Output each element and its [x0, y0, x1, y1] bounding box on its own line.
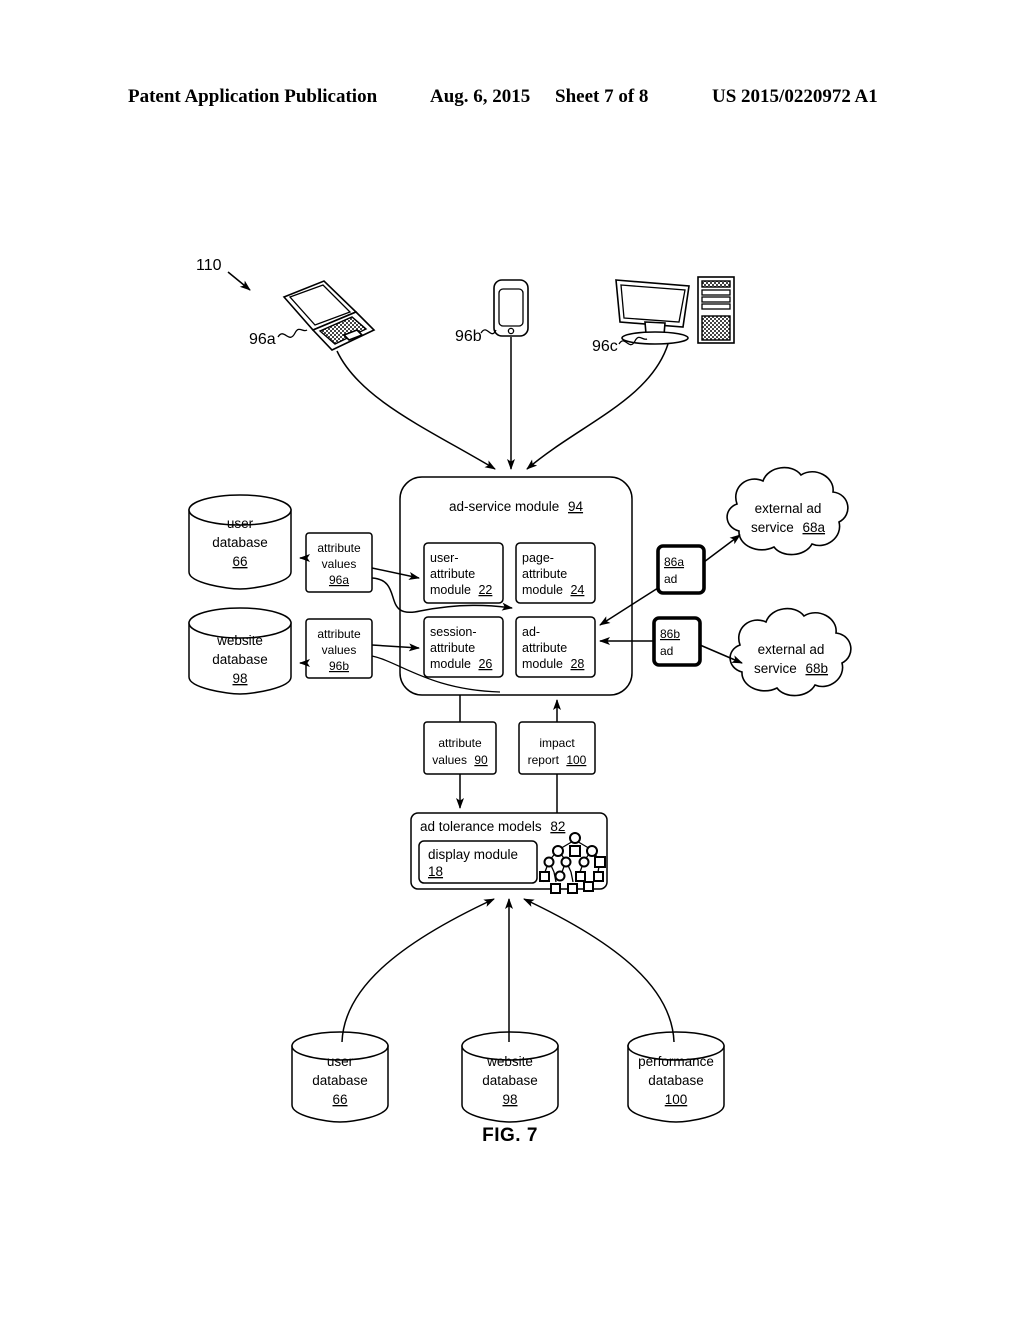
ad-service-module: ad-service module 94 user- attribute mod… — [399, 476, 633, 696]
user-db-bottom-line1: user — [327, 1054, 354, 1069]
user-database-66-bottom: user database 66 — [291, 1031, 389, 1123]
website-database-98-top: website database 98 — [188, 607, 292, 695]
device-smartphone-96b: 96b — [455, 279, 529, 345]
ad-86b-ref: 86b — [660, 627, 680, 641]
system-reference-110: 110 — [196, 257, 251, 291]
ad-86a-label: ad — [664, 572, 677, 586]
website-db-bottom-ref: 98 — [502, 1092, 517, 1107]
user-attribute-line1: user- — [430, 551, 458, 565]
ad-attribute-module-28: ad- attribute module 28 — [515, 616, 596, 678]
ext-68a-line2: service 68a — [751, 520, 826, 535]
ad-attribute-line3: module 28 — [522, 657, 584, 671]
system-ref-label: 110 — [196, 257, 222, 274]
device-label-96c: 96c — [592, 338, 618, 355]
user-db-bottom-line2: database — [312, 1073, 368, 1088]
user-db-top-line1: user — [227, 516, 254, 531]
user-db-top-ref: 66 — [232, 554, 247, 569]
attr-96a-ref: 96a — [329, 573, 349, 587]
session-attribute-module-26: session- attribute module 26 — [423, 616, 504, 678]
impact-report-line2: report 100 — [528, 753, 587, 767]
page-attribute-line3: module 24 — [522, 583, 584, 597]
website-db-top-line2: database — [212, 652, 268, 667]
user-db-top-line2: database — [212, 535, 268, 550]
session-attribute-line1: session- — [430, 625, 477, 639]
website-db-bottom-line2: database — [482, 1073, 538, 1088]
website-db-top-ref: 98 — [232, 671, 247, 686]
device-label-96b: 96b — [455, 328, 482, 345]
attr-96b-ref: 96b — [329, 659, 349, 673]
device-label-96a: 96a — [249, 331, 276, 348]
performance-db-line2: database — [648, 1073, 704, 1088]
user-attribute-module-22: user- attribute module 22 — [423, 542, 504, 604]
device-desktop-96c: 96c — [592, 276, 735, 355]
attr-96b-line2: values — [322, 643, 357, 657]
attr-90-line1: attribute — [438, 736, 482, 750]
performance-db-line1: performance — [638, 1054, 714, 1069]
ad-attribute-line1: ad- — [522, 625, 540, 639]
ad-86b-box: 86b ad — [652, 616, 702, 667]
device-to-ad-service-connectors — [336, 337, 669, 470]
attribute-values-96a-box: attribute values 96a — [305, 532, 373, 593]
figure-7-diagram: 110 96a 96b 96c ad-service module 94 use… — [188, 257, 852, 1146]
attr-96b-line1: attribute — [317, 627, 361, 641]
ext-68a-line1: external ad — [755, 501, 822, 516]
ext-68b-line2: service 68b — [754, 661, 828, 676]
attr-90-line2: values 90 — [432, 753, 488, 767]
ad-86b-label: ad — [660, 644, 673, 658]
display-module-18: display module 18 — [418, 840, 538, 884]
ad-86a-box: 86a ad — [656, 544, 706, 595]
figure-caption: FIG. 7 — [482, 1125, 538, 1146]
external-ad-service-68b-cloud: external ad service 68b — [729, 607, 852, 697]
session-attribute-line2: attribute — [430, 641, 475, 655]
performance-database-100: performance database 100 — [627, 1031, 725, 1123]
display-module-label: display module — [428, 847, 518, 862]
website-db-top-line1: website — [216, 633, 263, 648]
session-attribute-line3: module 26 — [430, 657, 492, 671]
display-module-ref: 18 — [428, 864, 443, 879]
patent-figure-page: Patent Application Publication Aug. 6, 2… — [0, 0, 1024, 1320]
ext-68b-line1: external ad — [758, 642, 825, 657]
device-laptop-96a: 96a — [249, 280, 376, 351]
bottom-connectors — [341, 898, 675, 1043]
impact-report-line1: impact — [539, 736, 575, 750]
ad-86a-ref: 86a — [664, 555, 684, 569]
impact-report-100-box: impact report 100 — [518, 721, 596, 775]
user-attribute-line2: attribute — [430, 567, 475, 581]
page-attribute-line2: attribute — [522, 567, 567, 581]
attr-96a-line1: attribute — [317, 541, 361, 555]
user-attribute-line3: module 22 — [430, 583, 492, 597]
performance-db-ref: 100 — [665, 1092, 688, 1107]
attr-96a-line2: values — [322, 557, 357, 571]
attribute-values-96b-box: attribute values 96b — [305, 618, 373, 679]
ad-attribute-line2: attribute — [522, 641, 567, 655]
website-db-bottom-line1: website — [486, 1054, 533, 1069]
user-db-bottom-ref: 66 — [332, 1092, 347, 1107]
tolerance-models-label: ad tolerance models 82 — [420, 819, 565, 834]
page-attribute-line1: page- — [522, 551, 554, 565]
website-database-98-bottom: website database 98 — [461, 1031, 559, 1123]
ad-tolerance-models-82: ad tolerance models 82 display module 18 — [410, 812, 608, 894]
external-ad-service-68a-cloud: external ad service 68a — [726, 466, 849, 556]
page-attribute-module-24: page- attribute module 24 — [515, 542, 596, 604]
attribute-values-90-box: attribute values 90 — [423, 721, 497, 775]
user-database-66-top: user database 66 — [188, 494, 292, 590]
